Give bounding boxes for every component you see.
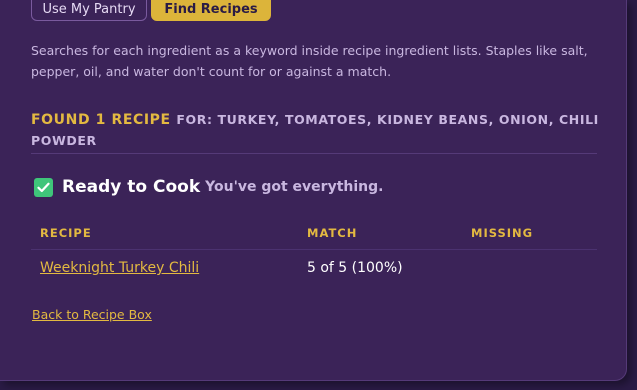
- column-header-match: Match: [307, 226, 358, 240]
- search-help-text: Searches for each ingredient as a keywor…: [31, 43, 588, 79]
- match-value: 5 of 5 (100%): [307, 260, 403, 276]
- table-header-divider: [31, 249, 597, 250]
- divider: [31, 153, 597, 154]
- recipe-finder-card: Use My Pantry Find Recipes Searches for …: [0, 0, 627, 381]
- check-icon: [34, 177, 53, 197]
- section-title: Ready to Cook: [62, 177, 201, 197]
- column-header-recipe: Recipe: [40, 226, 92, 240]
- use-my-pantry-button[interactable]: Use My Pantry: [31, 0, 147, 21]
- column-header-missing: Missing: [471, 226, 534, 240]
- section-subtitle: You've got everything.: [205, 179, 384, 195]
- results-count: Found 1 Recipe: [31, 112, 171, 128]
- results-heading: Found 1 Recipe for: Turkey, Tomatoes, Ki…: [31, 109, 601, 151]
- ready-to-cook-section: Ready to Cook You've got everything.: [34, 176, 383, 198]
- find-recipes-button[interactable]: Find Recipes: [151, 0, 271, 21]
- back-to-recipe-box-link[interactable]: Back to Recipe Box: [32, 307, 152, 322]
- recipe-link[interactable]: Weeknight Turkey Chili: [40, 260, 199, 276]
